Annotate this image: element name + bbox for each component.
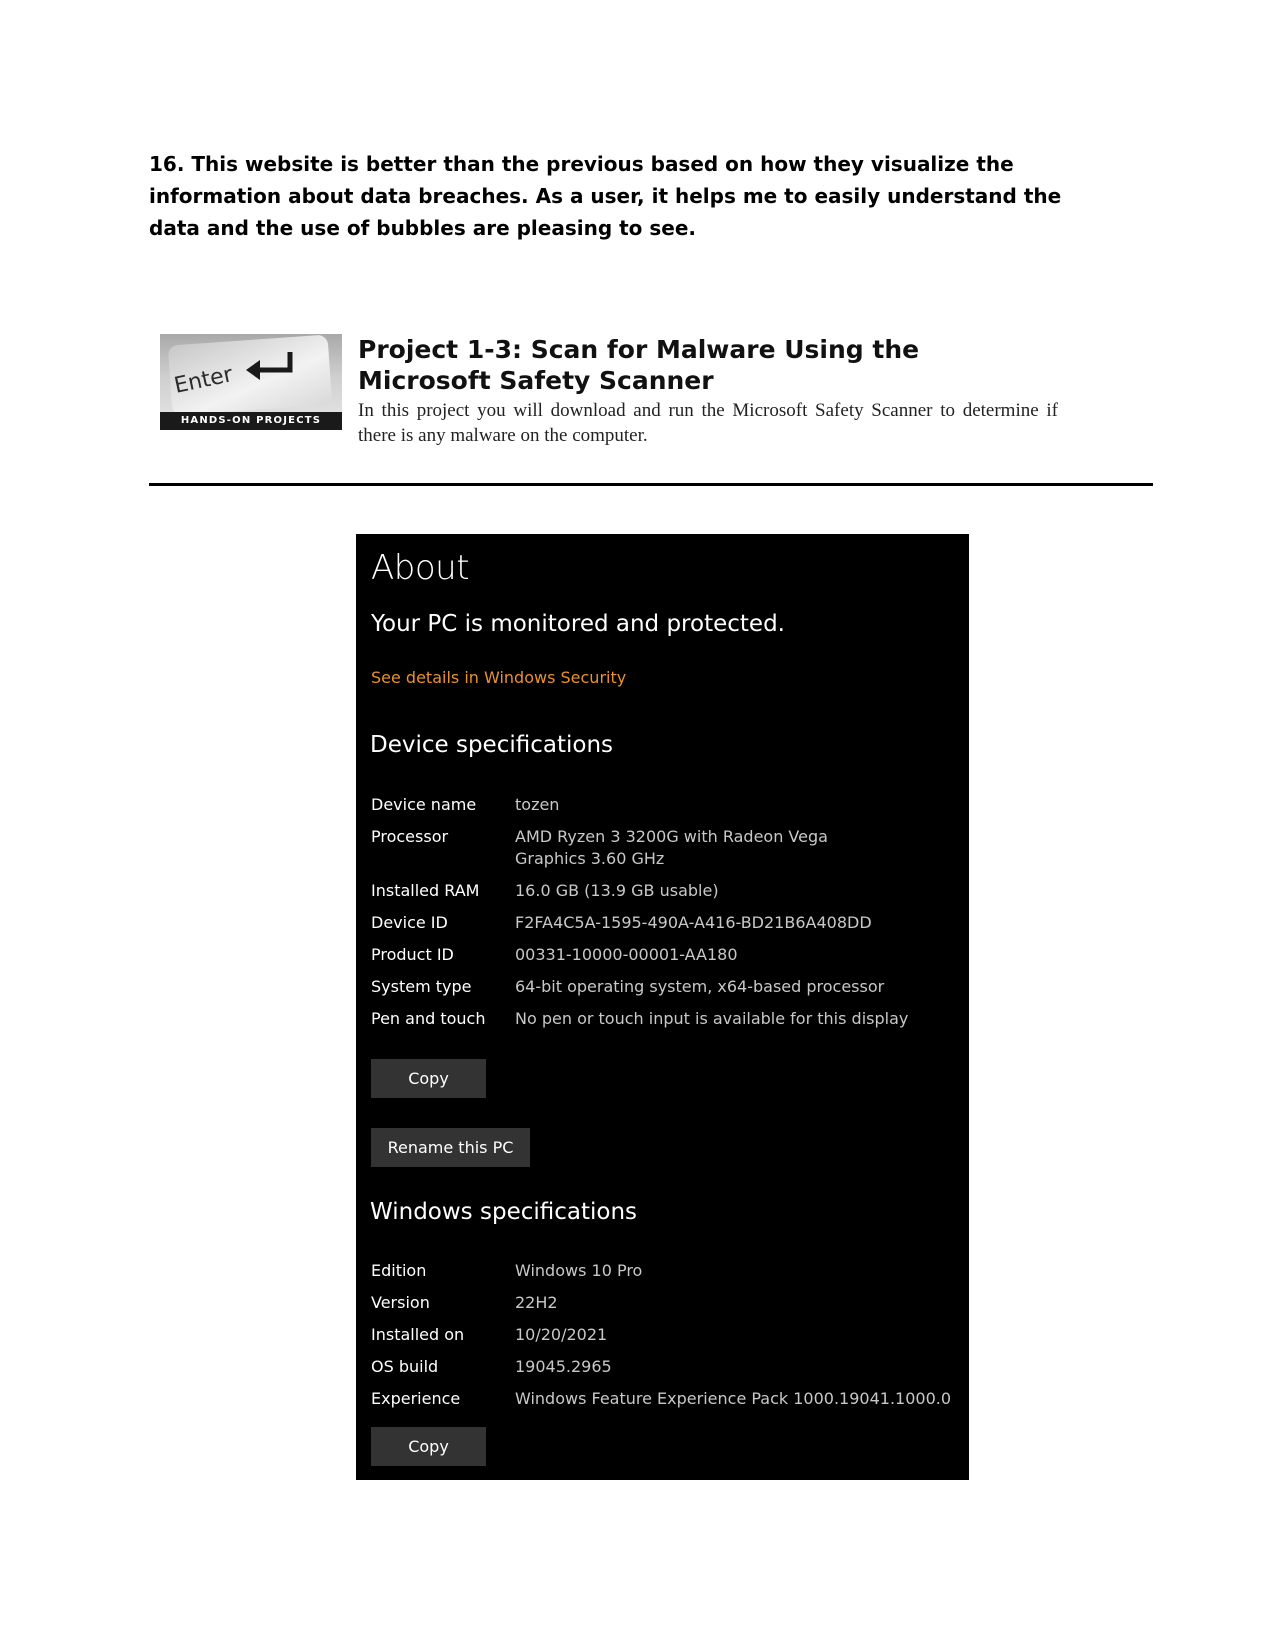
- spec-label: Device ID: [371, 913, 448, 932]
- device-specs-table: Device name tozen Processor AMD Ryzen 3 …: [371, 794, 961, 1040]
- spec-value: 19045.2965: [515, 1357, 612, 1376]
- spec-row: Device ID F2FA4C5A-1595-490A-A416-BD21B6…: [371, 912, 961, 944]
- spec-row: Device name tozen: [371, 794, 961, 826]
- spec-row: System type 64-bit operating system, x64…: [371, 976, 961, 1008]
- spec-row: Installed RAM 16.0 GB (13.9 GB usable): [371, 880, 961, 912]
- spec-value: No pen or touch input is available for t…: [515, 1009, 909, 1028]
- spec-label: Installed on: [371, 1325, 465, 1344]
- spec-value: Windows 10 Pro: [515, 1261, 643, 1280]
- spec-label: Processor: [371, 827, 449, 846]
- windows-specs-heading: Windows specifications: [370, 1199, 638, 1225]
- spec-value: 00331-10000-00001-AA180: [515, 945, 738, 964]
- spec-value: 16.0 GB (13.9 GB usable): [515, 881, 719, 900]
- project-title: Project 1-3: Scan for Malware Using the …: [358, 335, 920, 395]
- spec-label: Edition: [371, 1261, 427, 1280]
- spec-row: Installed on 10/20/2021: [371, 1324, 961, 1356]
- spec-label: System type: [371, 977, 472, 996]
- hands-on-caption: HANDS-ON PROJECTS: [160, 412, 342, 430]
- spec-row: Pen and touch No pen or touch input is a…: [371, 1008, 961, 1040]
- spec-label: Device name: [371, 795, 477, 814]
- spec-value: 22H2: [515, 1293, 558, 1312]
- protection-status: Your PC is monitored and protected.: [371, 611, 785, 637]
- spec-label: Experience: [371, 1389, 461, 1408]
- copy-device-specs-button[interactable]: Copy: [371, 1059, 486, 1098]
- spec-row: OS build 19045.2965: [371, 1356, 961, 1388]
- page-title: About: [371, 548, 470, 588]
- answer-paragraph: 16. This website is better than the prev…: [149, 152, 1062, 240]
- spec-row: Edition Windows 10 Pro: [371, 1260, 961, 1292]
- project-header: Enter HANDS-ON PROJECTS Project 1-3: Sca…: [160, 334, 1060, 446]
- horizontal-divider: [149, 483, 1153, 486]
- spec-value: Windows Feature Experience Pack 1000.190…: [515, 1389, 952, 1408]
- spec-label: Product ID: [371, 945, 454, 964]
- spec-label: OS build: [371, 1357, 439, 1376]
- hands-on-projects-badge: Enter HANDS-ON PROJECTS: [160, 334, 342, 430]
- spec-value: AMD Ryzen 3 3200G with Radeon Vega Graph…: [515, 827, 828, 868]
- spec-row: Version 22H2: [371, 1292, 961, 1324]
- copy-windows-specs-button[interactable]: Copy: [371, 1427, 486, 1466]
- spec-value: tozen: [515, 795, 560, 814]
- spec-row: Processor AMD Ryzen 3 3200G with Radeon …: [371, 826, 961, 880]
- enter-arrow-icon: [246, 352, 293, 380]
- spec-row: Experience Windows Feature Experience Pa…: [371, 1388, 961, 1420]
- windows-specs-table: Edition Windows 10 Pro Version 22H2 Inst…: [371, 1260, 961, 1420]
- spec-row: Product ID 00331-10000-00001-AA180: [371, 944, 961, 976]
- windows-security-link[interactable]: See details in Windows Security: [371, 668, 626, 687]
- spec-value: 10/20/2021: [515, 1325, 608, 1344]
- project-description: In this project you will download and ru…: [358, 400, 1058, 446]
- spec-label: Version: [371, 1293, 430, 1312]
- device-specs-heading: Device specifications: [370, 732, 614, 758]
- spec-label: Pen and touch: [371, 1009, 486, 1028]
- spec-value: F2FA4C5A-1595-490A-A416-BD21B6A408DD: [515, 913, 872, 932]
- spec-value: 64-bit operating system, x64-based proce…: [515, 977, 885, 996]
- about-settings-screenshot: About Your PC is monitored and protected…: [356, 534, 969, 1480]
- spec-label: Installed RAM: [371, 881, 480, 900]
- rename-pc-button[interactable]: Rename this PC: [371, 1128, 530, 1167]
